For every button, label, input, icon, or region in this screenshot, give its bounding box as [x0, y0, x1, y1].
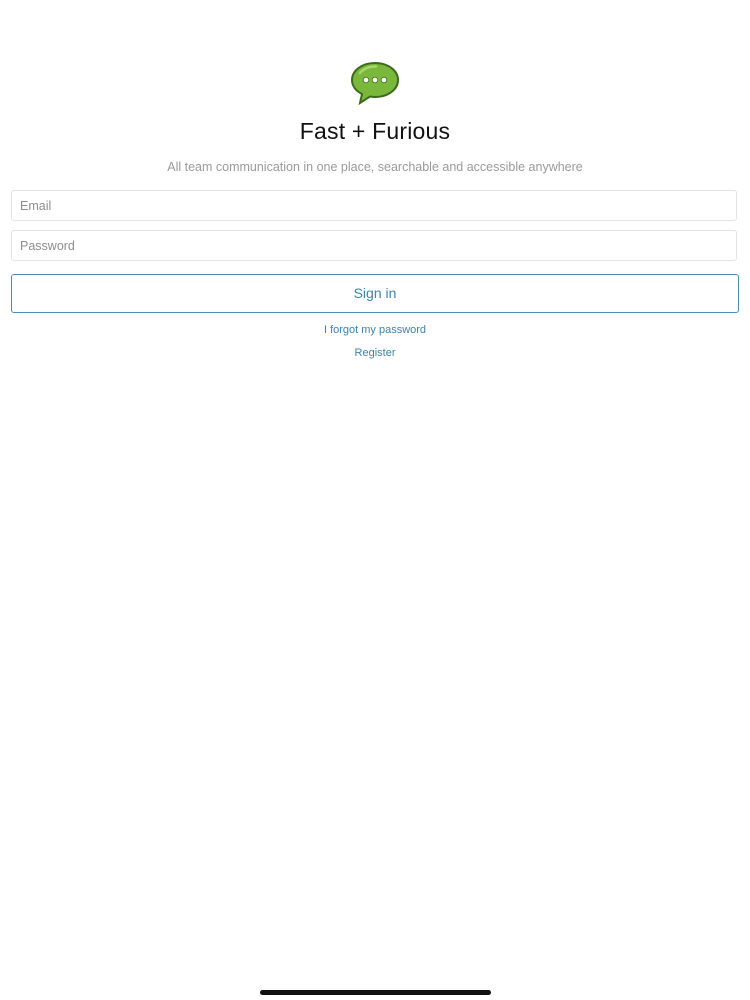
password-field[interactable] [11, 230, 737, 261]
dot-icon [362, 76, 370, 84]
register-link[interactable]: Register [0, 347, 750, 359]
sign-in-button[interactable]: Sign in [11, 274, 739, 313]
home-indicator[interactable] [260, 990, 491, 995]
forgot-password-link[interactable]: I forgot my password [0, 324, 750, 336]
speech-bubble-icon [350, 61, 400, 105]
app-tagline: All team communication in one place, sea… [167, 160, 583, 174]
dot-icon [380, 76, 388, 84]
email-field[interactable] [11, 190, 737, 221]
dot-icon [371, 76, 379, 84]
login-screen: Fast + Furious All team communication in… [0, 0, 750, 1000]
app-title: Fast + Furious [299, 118, 451, 144]
